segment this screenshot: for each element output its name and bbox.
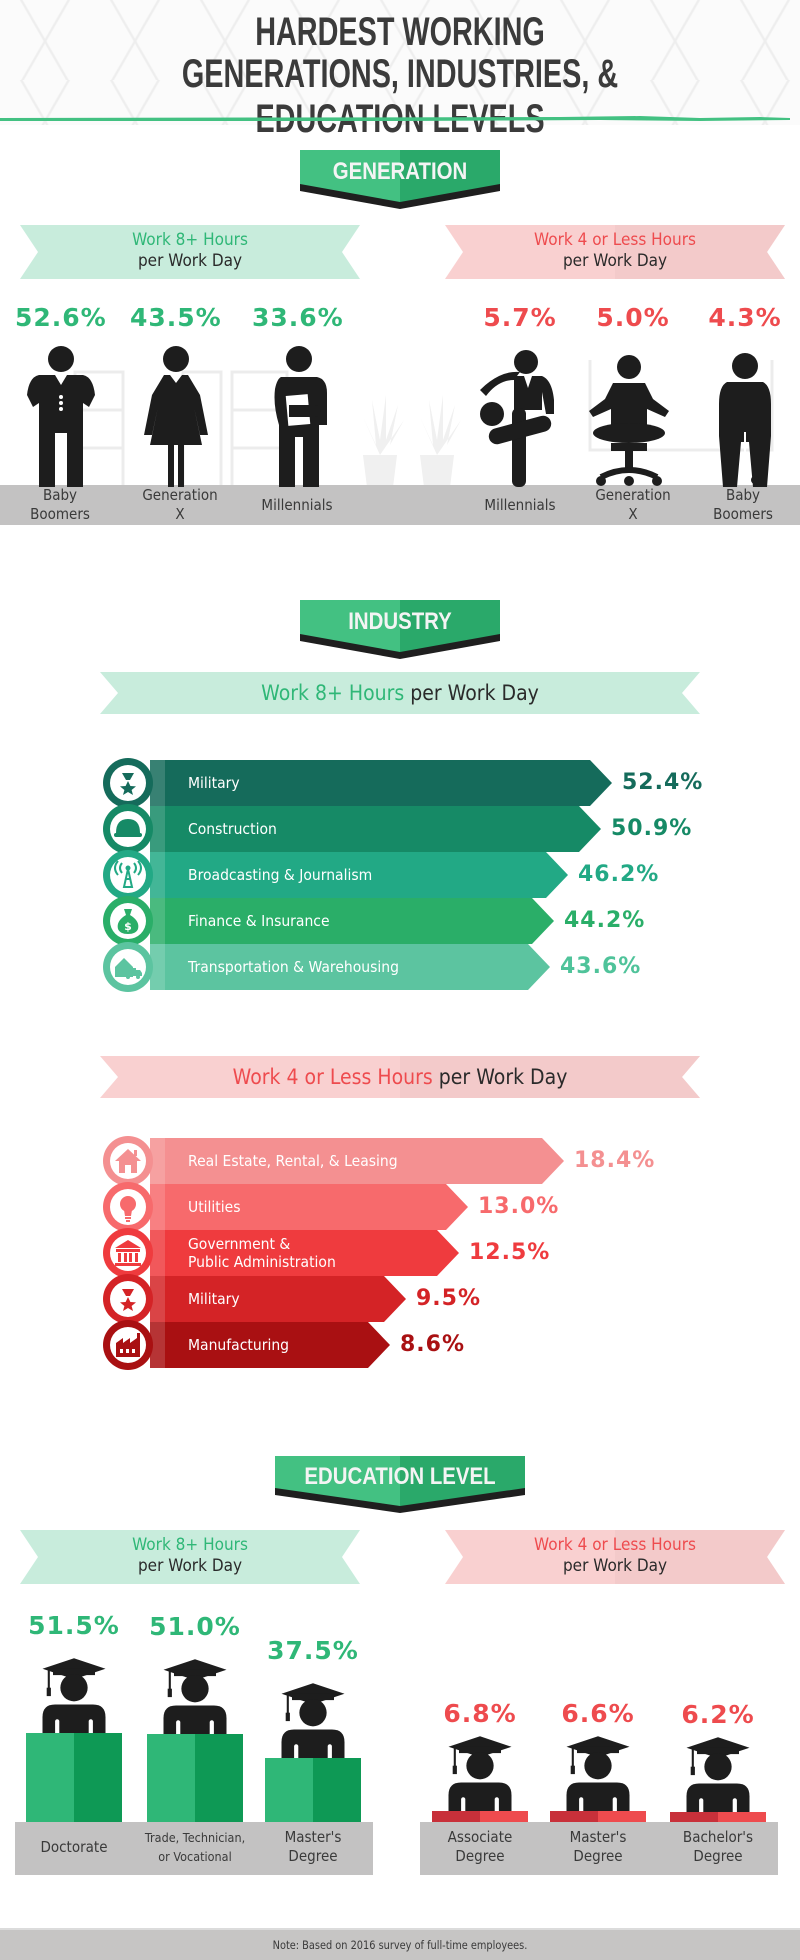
education-value: 6.2% [681, 1700, 755, 1729]
gen-4less-value-1: 5.7% [483, 303, 557, 332]
podium-bar [432, 1811, 480, 1822]
industry-label: Finance & Insurance [188, 912, 330, 930]
person-kicking-ball-icon [480, 350, 554, 487]
title-line-2: Generations, Industries, & Education Lev… [181, 52, 619, 141]
graduate-icon [686, 1737, 750, 1815]
industry-value: 9.5% [416, 1286, 482, 1311]
green-brush-divider [0, 116, 790, 121]
industry-value: 43.6% [560, 954, 642, 979]
industry-label: Construction [188, 820, 277, 838]
industry-label: Government & Public Administration [188, 1235, 336, 1271]
businesswoman-icon [144, 346, 208, 487]
education-value: 6.8% [443, 1699, 517, 1728]
graduate-icon [566, 1736, 630, 1814]
podium-bar-shade [480, 1811, 528, 1822]
footer-note: Note: Based on 2016 survey of full-time … [272, 1938, 528, 1952]
ribbon-highlight: Work 4 or Less Hours [533, 230, 697, 250]
gen-label-generation-x-less: Generation X [595, 486, 671, 523]
ribbon-text: Work 8+ Hours per Work Day [261, 681, 539, 705]
gen-label-generation-x: Generation X [142, 486, 218, 523]
ribbon-highlight: Work 8+ Hours [132, 230, 248, 250]
industry-value: 12.5% [469, 1240, 551, 1265]
plant-icon [362, 395, 461, 487]
education-label: Bachelor's Degree [682, 1828, 754, 1865]
industry-value: 52.4% [622, 770, 704, 795]
industry-value: 46.2% [578, 862, 660, 887]
gen-label-millennials: Millennials [261, 496, 333, 514]
ribbon-rest: per Work Day [562, 251, 668, 271]
podium-bar [670, 1812, 718, 1822]
gen-label-baby-boomers-less: Baby Boomers [713, 486, 773, 523]
graduate-icon [448, 1736, 512, 1814]
industry-label: Manufacturing [188, 1336, 290, 1354]
industry-label: Real Estate, Rental, & Leasing [188, 1152, 398, 1170]
ribbon-work-4-or-less: Work 4 or Less Hours per Work Day [445, 225, 785, 279]
svg-text:$: $ [124, 920, 132, 933]
section-title: EDUCATION LEVEL [304, 1463, 496, 1490]
podium-bar-shade [598, 1811, 646, 1822]
gen-floor-band [0, 485, 800, 525]
podium-bar-shade [718, 1812, 766, 1822]
ribbon-work-8-plus: Work 8+ Hours per Work Day [20, 225, 360, 279]
title-header: Hardest Working Generations, Industries,… [0, 0, 800, 141]
ribbon-industry-work-8-plus: Work 8+ Hours per Work Day [100, 672, 700, 714]
industry-value: 18.4% [574, 1148, 656, 1173]
ribbon-text: Work 4 or Less Hours per Work Day [232, 1065, 568, 1089]
section-banner-industry: INDUSTRY [300, 600, 500, 660]
title-line-1: Hardest Working [255, 10, 545, 54]
gen-8plus-value-2: 43.5% [130, 303, 222, 332]
office-background [73, 360, 774, 489]
education-label: Associate Degree [447, 1828, 513, 1865]
person-holding-document-icon [274, 346, 327, 487]
ribbon-rest: per Work Day [137, 251, 243, 271]
businessman-hands-on-hips-icon [27, 346, 95, 487]
section-title: INDUSTRY [348, 608, 452, 635]
industry-label: Military [188, 1290, 240, 1308]
gen-label-baby-boomers: Baby Boomers [30, 486, 90, 523]
person-meditating-on-chair-icon [589, 355, 669, 486]
industry-value: 8.6% [400, 1332, 466, 1357]
section-title: GENERATION [332, 158, 468, 185]
ribbon-industry-work-4-or-less: Work 4 or Less Hours per Work Day [100, 1056, 700, 1098]
gen-8plus-value-3: 33.6% [252, 303, 344, 332]
podium-bar [550, 1811, 598, 1822]
industry-label: Transportation & Warehousing [188, 958, 399, 976]
industry-value: 13.0% [478, 1194, 560, 1219]
education-value: 6.6% [561, 1699, 635, 1728]
industry-label: Military [188, 774, 240, 792]
industry-label: Utilities [188, 1198, 241, 1216]
footer-note-bar: Note: Based on 2016 survey of full-time … [0, 1928, 800, 1960]
industry-label: Broadcasting & Journalism [188, 866, 373, 884]
person-golfing-icon [719, 353, 771, 487]
industry-value: 44.2% [564, 908, 646, 933]
industry-value: 50.9% [611, 816, 693, 841]
gen-label-millennials-less: Millennials [484, 496, 556, 514]
section-banner-generation: GENERATION [300, 150, 500, 210]
education-label: Master's Degree [569, 1828, 627, 1865]
gen-4less-value-2: 5.0% [596, 303, 670, 332]
gen-4less-value-3: 4.3% [708, 303, 782, 332]
gen-8plus-value-1: 52.6% [15, 303, 107, 332]
